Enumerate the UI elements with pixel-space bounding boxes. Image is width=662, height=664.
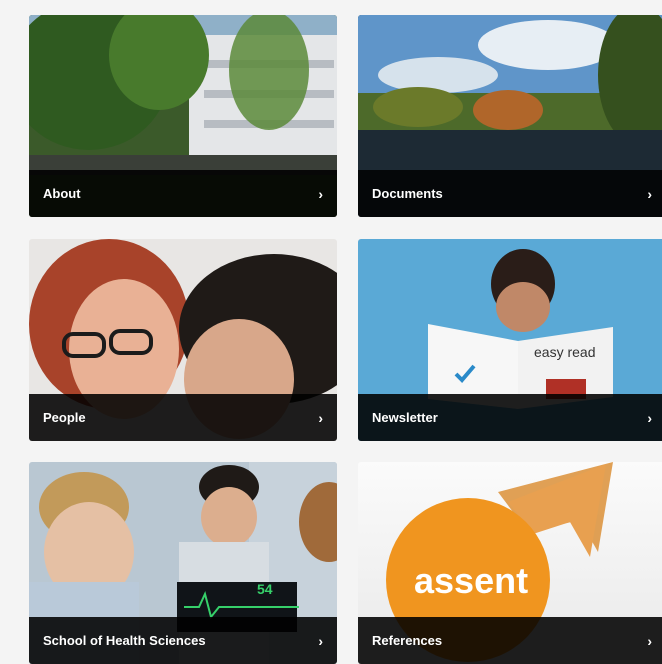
card-caption-bar: Documents › (358, 170, 662, 217)
card-school-of-health-sciences[interactable]: 54 School of Health Sciences › (29, 462, 337, 664)
card-caption-bar: School of Health Sciences › (29, 617, 337, 664)
card-about[interactable]: About › (29, 15, 337, 217)
card-newsletter[interactable]: easy read Newsletter › (358, 239, 662, 441)
image-text: easy read (534, 344, 595, 360)
card-label: Newsletter (372, 410, 438, 425)
card-caption-bar: About › (29, 170, 337, 217)
card-references[interactable]: assent References › (358, 462, 662, 664)
card-label: People (43, 410, 86, 425)
logo-text: assent (414, 560, 528, 601)
chevron-right-icon: › (318, 632, 323, 649)
card-caption-bar: Newsletter › (358, 394, 662, 441)
chevron-right-icon: › (318, 185, 323, 202)
card-caption-bar: People › (29, 394, 337, 441)
image-text: 54 (257, 581, 273, 597)
card-documents[interactable]: Documents › (358, 15, 662, 217)
card-label: Documents (372, 186, 443, 201)
card-label: School of Health Sciences (43, 633, 206, 648)
card-caption-bar: References › (358, 617, 662, 664)
card-label: About (43, 186, 81, 201)
chevron-right-icon: › (647, 632, 652, 649)
chevron-right-icon: › (647, 185, 652, 202)
chevron-right-icon: › (318, 409, 323, 426)
card-people[interactable]: People › (29, 239, 337, 441)
card-label: References (372, 633, 443, 648)
chevron-right-icon: › (647, 409, 652, 426)
